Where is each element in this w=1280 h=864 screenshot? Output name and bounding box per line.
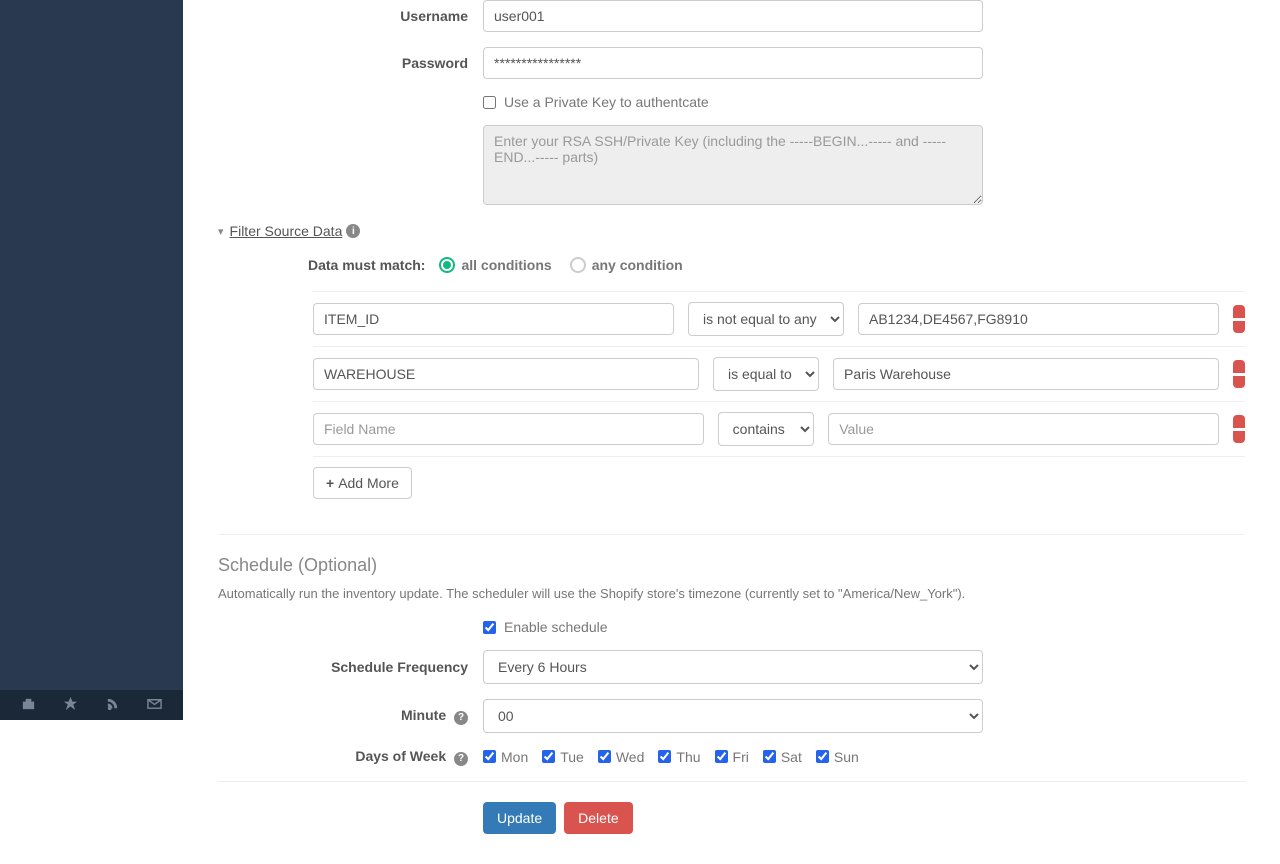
day-thu-checkbox[interactable] bbox=[658, 750, 671, 763]
filter-operator-select[interactable]: is not equal to any bbox=[688, 302, 844, 336]
radio-all-label: all conditions bbox=[461, 257, 551, 273]
filter-row: contains bbox=[313, 402, 1245, 457]
filter-operator-select[interactable]: is equal to bbox=[713, 357, 819, 391]
day-sat-checkbox[interactable] bbox=[763, 750, 776, 763]
help-icon[interactable]: ? bbox=[454, 752, 468, 766]
radio-any-condition[interactable] bbox=[570, 257, 586, 273]
sidebar bbox=[0, 0, 183, 720]
add-more-button[interactable]: +Add More bbox=[313, 467, 412, 499]
username-input[interactable] bbox=[483, 0, 983, 32]
frequency-label: Schedule Frequency bbox=[218, 659, 483, 675]
days-label: Days of Week bbox=[355, 748, 446, 764]
password-label: Password bbox=[218, 55, 483, 71]
filter-operator-select[interactable]: contains bbox=[718, 412, 815, 446]
toolbox-icon[interactable] bbox=[21, 696, 36, 714]
main-content: Username Password Use a Private Key to a… bbox=[183, 0, 1280, 864]
rss-icon[interactable] bbox=[105, 696, 120, 714]
private-key-label: Use a Private Key to authentcate bbox=[504, 94, 709, 110]
day-fri-checkbox[interactable] bbox=[715, 750, 728, 763]
password-input[interactable] bbox=[483, 47, 983, 79]
remove-filter-button[interactable] bbox=[1233, 415, 1245, 443]
filter-section-toggle[interactable]: Filter Source Data bbox=[230, 223, 343, 239]
schedule-title: Schedule (Optional) bbox=[218, 555, 1245, 576]
filter-value-input[interactable] bbox=[828, 413, 1219, 445]
plus-icon: + bbox=[326, 475, 334, 491]
chevron-down-icon: ▾ bbox=[218, 225, 224, 238]
filter-rows: is not equal to any is equal to contains bbox=[313, 291, 1245, 457]
divider bbox=[218, 534, 1245, 535]
sidebar-footer bbox=[0, 690, 183, 720]
enable-schedule-checkbox[interactable] bbox=[483, 621, 496, 634]
frequency-select[interactable]: Every 6 Hours bbox=[483, 650, 983, 684]
filter-value-input[interactable] bbox=[833, 358, 1219, 390]
remove-filter-button[interactable] bbox=[1233, 360, 1245, 388]
remove-filter-button[interactable] bbox=[1233, 305, 1245, 333]
mail-icon[interactable] bbox=[147, 696, 162, 714]
match-label: Data must match: bbox=[308, 257, 425, 273]
private-key-textarea[interactable] bbox=[483, 125, 983, 205]
radio-any-label: any condition bbox=[592, 257, 683, 273]
day-wed-checkbox[interactable] bbox=[598, 750, 611, 763]
username-label: Username bbox=[218, 8, 483, 24]
delete-button[interactable]: Delete bbox=[564, 802, 632, 834]
minute-select[interactable]: 00 bbox=[483, 699, 983, 733]
schedule-desc: Automatically run the inventory update. … bbox=[218, 586, 1245, 601]
filter-field-input[interactable] bbox=[313, 303, 674, 335]
divider bbox=[218, 781, 1245, 782]
filter-row: is equal to bbox=[313, 347, 1245, 402]
enable-schedule-label: Enable schedule bbox=[504, 619, 608, 635]
radio-all-conditions[interactable] bbox=[439, 257, 455, 273]
minute-label: Minute bbox=[401, 707, 446, 723]
star-icon[interactable] bbox=[63, 696, 78, 714]
day-mon-checkbox[interactable] bbox=[483, 750, 496, 763]
days-of-week: Mon Tue Wed Thu Fri Sat Sun bbox=[483, 749, 873, 765]
filter-field-input[interactable] bbox=[313, 413, 704, 445]
day-sun-checkbox[interactable] bbox=[816, 750, 829, 763]
filter-row: is not equal to any bbox=[313, 291, 1245, 347]
private-key-checkbox[interactable] bbox=[483, 96, 496, 109]
filter-field-input[interactable] bbox=[313, 358, 699, 390]
day-tue-checkbox[interactable] bbox=[542, 750, 555, 763]
filter-value-input[interactable] bbox=[858, 303, 1219, 335]
update-button[interactable]: Update bbox=[483, 802, 556, 834]
info-icon[interactable]: i bbox=[346, 224, 360, 238]
help-icon[interactable]: ? bbox=[454, 711, 468, 725]
